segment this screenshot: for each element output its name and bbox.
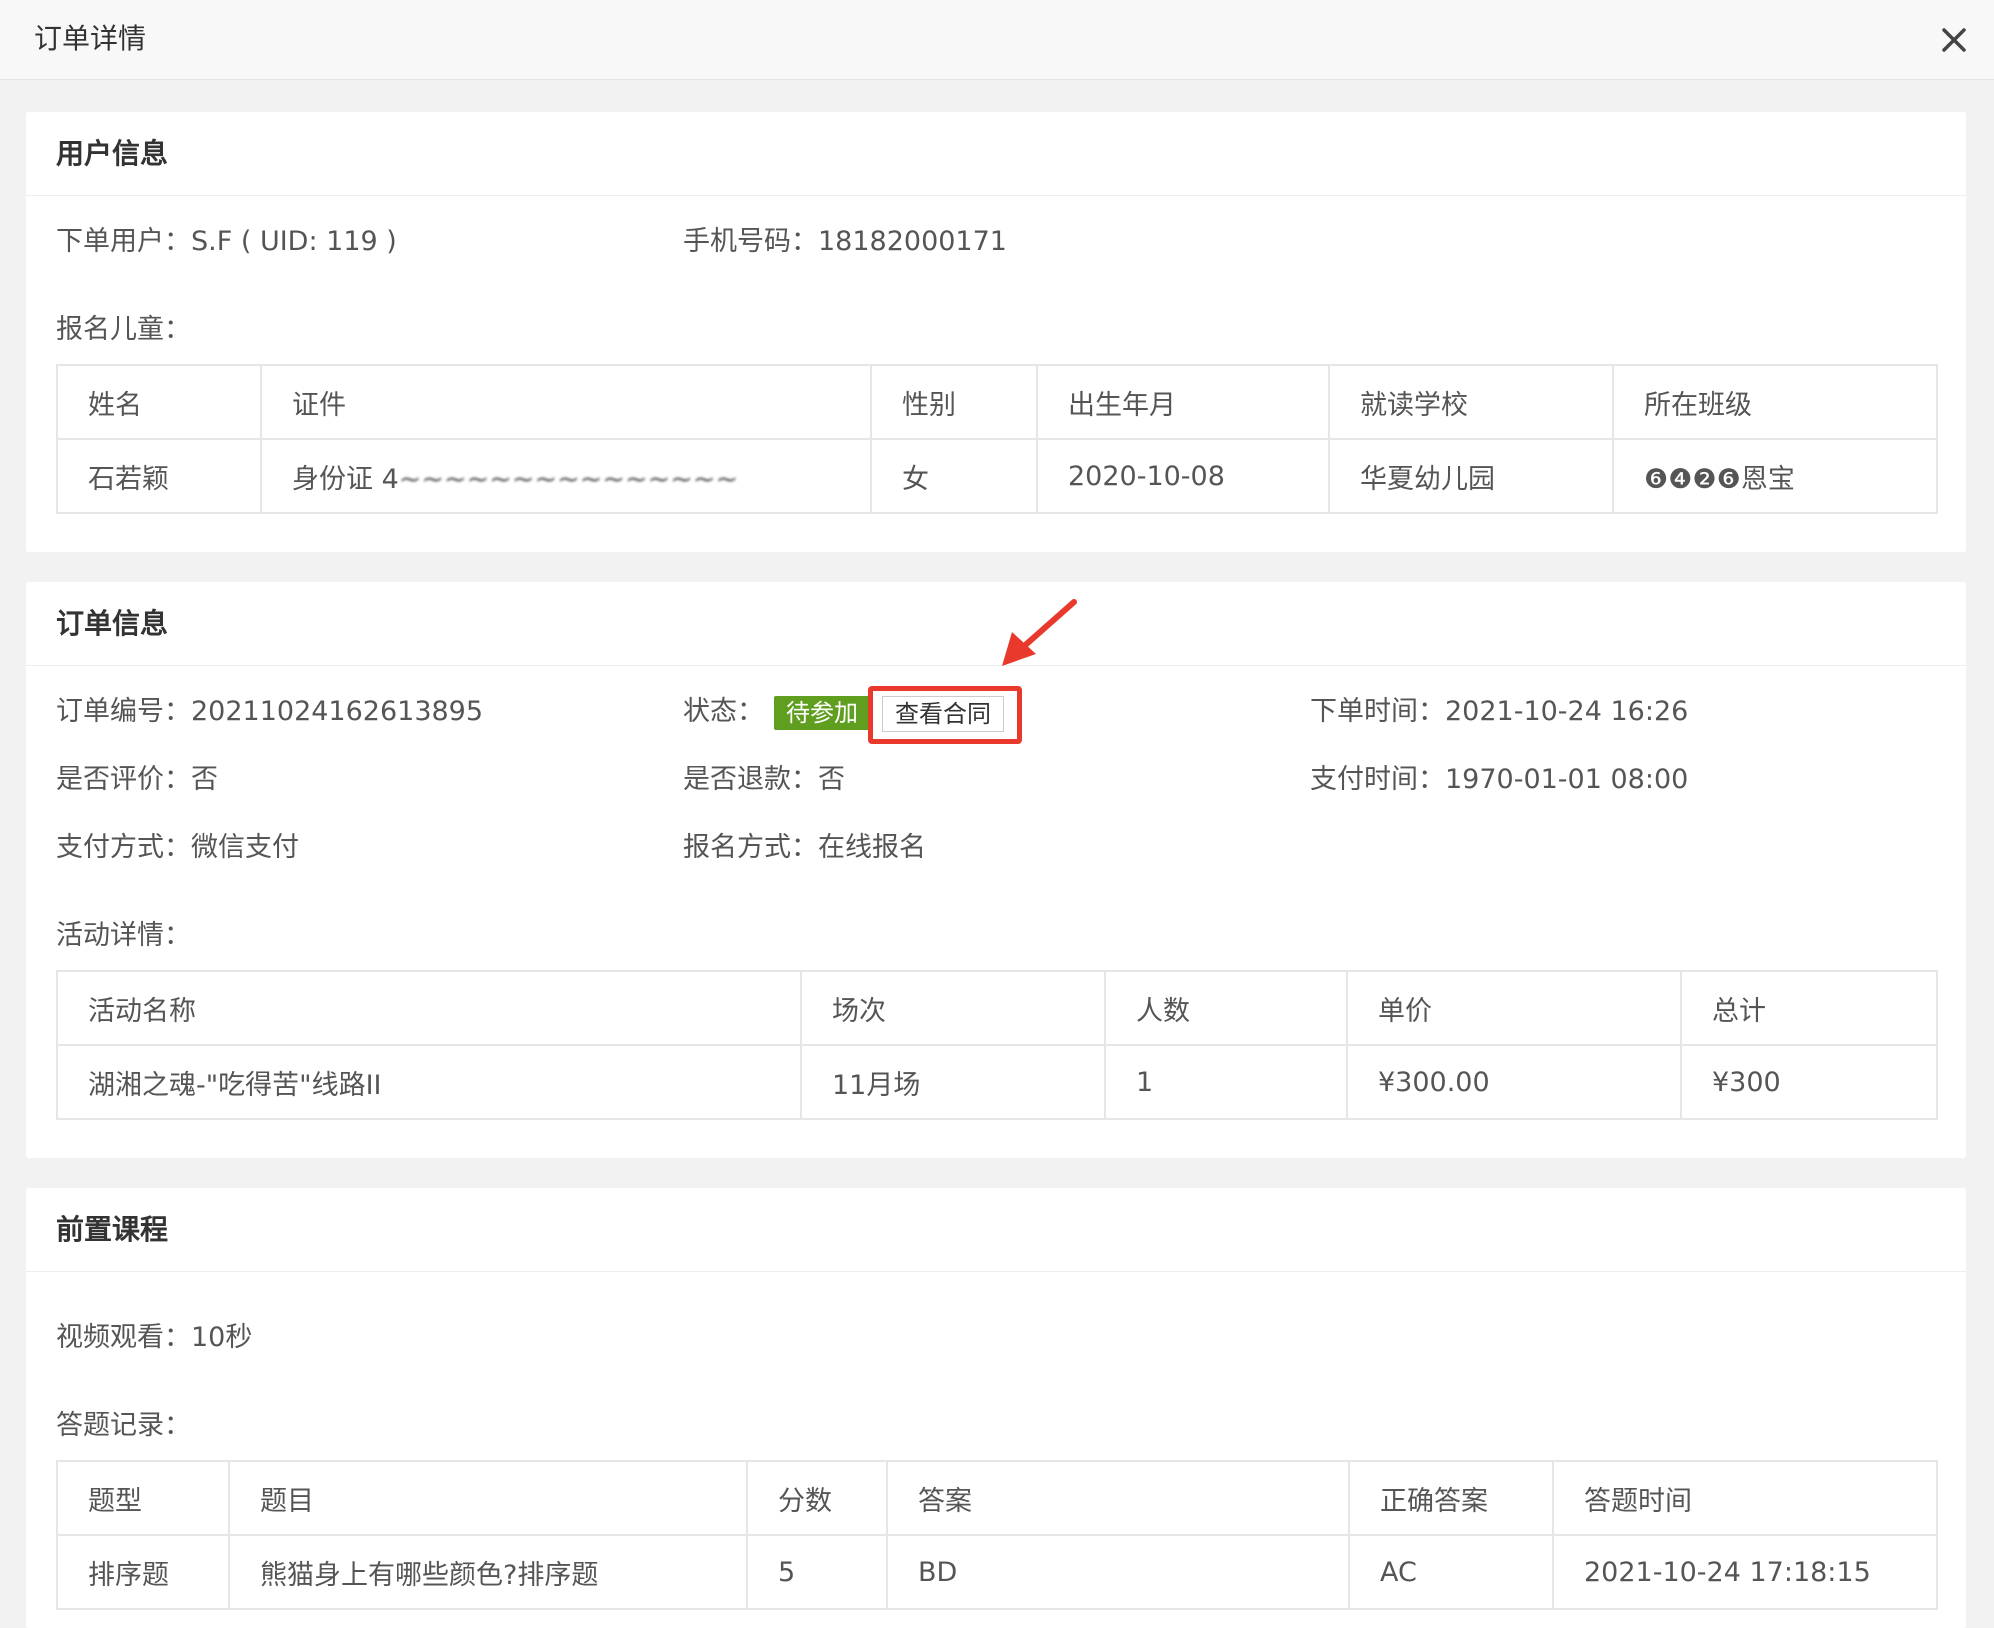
refunded-value: 否 <box>818 764 845 795</box>
cell-session: 11月场 <box>800 1044 1106 1120</box>
reviewed-value: 否 <box>191 764 218 795</box>
pay-time-value: 1970-01-01 08:00 <box>1445 764 1689 795</box>
signup-method-label: 报名方式： <box>683 832 818 863</box>
cell-total: ¥300 <box>1680 1044 1938 1120</box>
col-header-id: 证件 <box>260 364 872 440</box>
course-card: 前置课程 视频观看：10秒 答题记录： 题型 题目 分数 答案 正确答案 答题时… <box>26 1188 1966 1628</box>
order-user-value: S.F ( UID: 119 ) <box>191 226 397 257</box>
col-header-type: 题型 <box>56 1460 230 1536</box>
reviewed-label: 是否评价： <box>56 764 191 795</box>
dialog-titlebar: 订单详情 <box>0 0 1994 80</box>
col-header-class: 所在班级 <box>1612 364 1938 440</box>
cell-birth: 2020-10-08 <box>1036 438 1330 514</box>
col-header-score: 分数 <box>746 1460 888 1536</box>
cell-activity-name: 湖湘之魂-"吃得苦"线路II <box>56 1044 802 1120</box>
cell-question: 熊猫身上有哪些颜色?排序题 <box>228 1534 748 1610</box>
col-header-total: 总计 <box>1680 970 1938 1046</box>
refunded-label: 是否退款： <box>683 764 818 795</box>
signup-method-field: 报名方式：在线报名 <box>683 828 926 868</box>
video-label: 视频观看： <box>56 1322 191 1353</box>
cell-score: 5 <box>746 1534 888 1610</box>
course-heading: 前置课程 <box>26 1188 1966 1272</box>
cell-name: 石若颖 <box>56 438 262 514</box>
activity-table: 活动名称 场次 人数 单价 总计 湖湘之魂-"吃得苦"线路II 11月场 1 ¥… <box>56 970 1938 1120</box>
children-table: 姓名 证件 性别 出生年月 就读学校 所在班级 石若颖 身份证 4~~~~~~~… <box>56 364 1938 514</box>
answers-table: 题型 题目 分数 答案 正确答案 答题时间 排序题 熊猫身上有哪些颜色?排序题 … <box>56 1460 1938 1610</box>
col-header-unit-price: 单价 <box>1346 970 1682 1046</box>
activity-label: 活动详情： <box>56 920 191 951</box>
order-no-field: 订单编号：20211024162613895 <box>56 692 483 732</box>
col-header-question: 题目 <box>228 1460 748 1536</box>
order-user-label: 下单用户： <box>56 226 191 257</box>
signup-method-value: 在线报名 <box>818 832 926 863</box>
redacted-id-digits: ~~~~~~~~~~~~~~~ <box>398 463 739 495</box>
col-header-school: 就读学校 <box>1328 364 1614 440</box>
col-header-time: 答题时间 <box>1552 1460 1938 1536</box>
pay-method-value: 微信支付 <box>191 832 299 863</box>
order-user-field: 下单用户：S.F ( UID: 119 ) <box>56 222 397 262</box>
table-header-row: 姓名 证件 性别 出生年月 就读学校 所在班级 <box>56 364 1938 440</box>
user-info-heading: 用户信息 <box>26 112 1966 196</box>
col-header-correct: 正确答案 <box>1348 1460 1554 1536</box>
status-badge: 待参加 <box>774 696 870 730</box>
order-time-label: 下单时间： <box>1310 696 1445 727</box>
pay-method-field: 支付方式：微信支付 <box>56 828 299 868</box>
order-time-field: 下单时间：2021-10-24 16:26 <box>1310 692 1688 732</box>
cell-count: 1 <box>1104 1044 1348 1120</box>
table-header-row: 活动名称 场次 人数 单价 总计 <box>56 970 1938 1046</box>
table-header-row: 题型 题目 分数 答案 正确答案 答题时间 <box>56 1460 1938 1536</box>
refunded-field: 是否退款：否 <box>683 760 845 800</box>
col-header-birth: 出生年月 <box>1036 364 1330 440</box>
pay-method-label: 支付方式： <box>56 832 191 863</box>
cell-time: 2021-10-24 17:18:15 <box>1552 1534 1938 1610</box>
col-header-count: 人数 <box>1104 970 1348 1046</box>
id-value: 身份证 4 <box>292 463 399 495</box>
cell-school: 华夏幼儿园 <box>1328 438 1614 514</box>
highlight-box <box>868 686 1022 744</box>
col-header-name: 姓名 <box>56 364 262 440</box>
answers-label: 答题记录： <box>56 1410 191 1441</box>
video-field: 视频观看：10秒 <box>56 1318 252 1358</box>
table-row: 石若颖 身份证 4~~~~~~~~~~~~~~~ 女 2020-10-08 华夏… <box>56 438 1938 514</box>
cell-class: ❻❹❷❻恩宝 <box>1612 438 1938 514</box>
col-header-gender: 性别 <box>870 364 1038 440</box>
video-value: 10秒 <box>191 1322 253 1353</box>
cell-correct: AC <box>1348 1534 1554 1610</box>
cell-unit-price: ¥300.00 <box>1346 1044 1682 1120</box>
cell-type: 排序题 <box>56 1534 230 1610</box>
status-label: 状态： <box>683 696 764 727</box>
col-header-answer: 答案 <box>886 1460 1350 1536</box>
phone-value: 18182000171 <box>818 226 1007 257</box>
dialog-title: 订单详情 <box>34 22 147 55</box>
cell-id: 身份证 4~~~~~~~~~~~~~~~ <box>260 438 872 514</box>
order-no-value: 20211024162613895 <box>191 696 484 727</box>
col-header-activity-name: 活动名称 <box>56 970 802 1046</box>
cell-gender: 女 <box>870 438 1038 514</box>
phone-field: 手机号码：18182000171 <box>683 222 1007 262</box>
reviewed-field: 是否评价：否 <box>56 760 218 800</box>
table-row: 排序题 熊猫身上有哪些颜色?排序题 5 BD AC 2021-10-24 17:… <box>56 1534 1938 1610</box>
col-header-session: 场次 <box>800 970 1106 1046</box>
order-no-label: 订单编号： <box>56 696 191 727</box>
phone-label: 手机号码： <box>683 226 818 257</box>
cell-answer: BD <box>886 1534 1350 1610</box>
pay-time-field: 支付时间：1970-01-01 08:00 <box>1310 760 1688 800</box>
table-row: 湖湘之魂-"吃得苦"线路II 11月场 1 ¥300.00 ¥300 <box>56 1044 1938 1120</box>
close-icon[interactable] <box>1936 22 1972 58</box>
order-time-value: 2021-10-24 16:26 <box>1445 696 1689 727</box>
red-arrow-icon <box>1002 599 1077 666</box>
pay-time-label: 支付时间： <box>1310 764 1445 795</box>
user-info-card: 用户信息 下单用户：S.F ( UID: 119 ) 手机号码：18182000… <box>26 112 1966 552</box>
children-label: 报名儿童： <box>56 314 191 345</box>
